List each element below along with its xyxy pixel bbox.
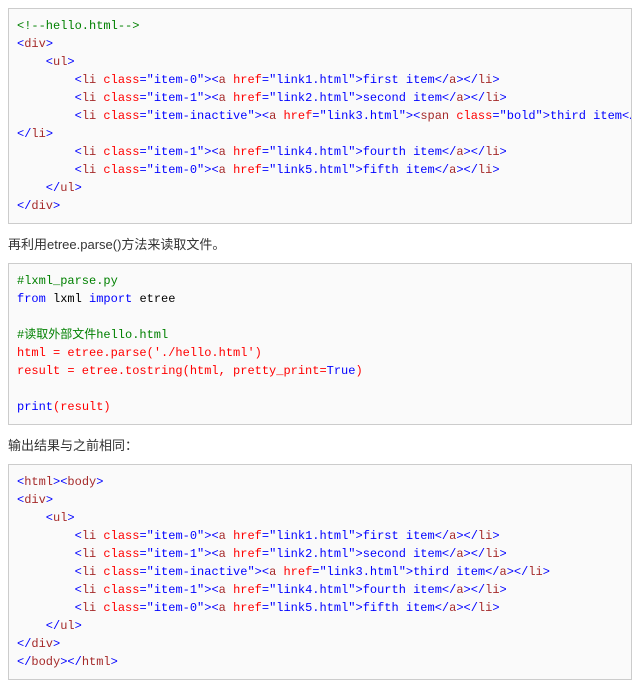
code-block-2: #lxml_parse.py from lxml import etree #读… — [8, 263, 632, 425]
prose-1: 再利用etree.parse()方法来读取文件。 — [8, 234, 632, 253]
code-block-3: <html><body> <div> <ul> <li class="item-… — [8, 464, 632, 680]
prose-2: 输出结果与之前相同： — [8, 435, 632, 454]
comment: <!--hello.html--> — [17, 19, 139, 33]
code-block-1: <!--hello.html--> <div> <ul> <li class="… — [8, 8, 632, 224]
comment: #读取外部文件hello.html — [17, 328, 168, 342]
comment: #lxml_parse.py — [17, 274, 118, 288]
